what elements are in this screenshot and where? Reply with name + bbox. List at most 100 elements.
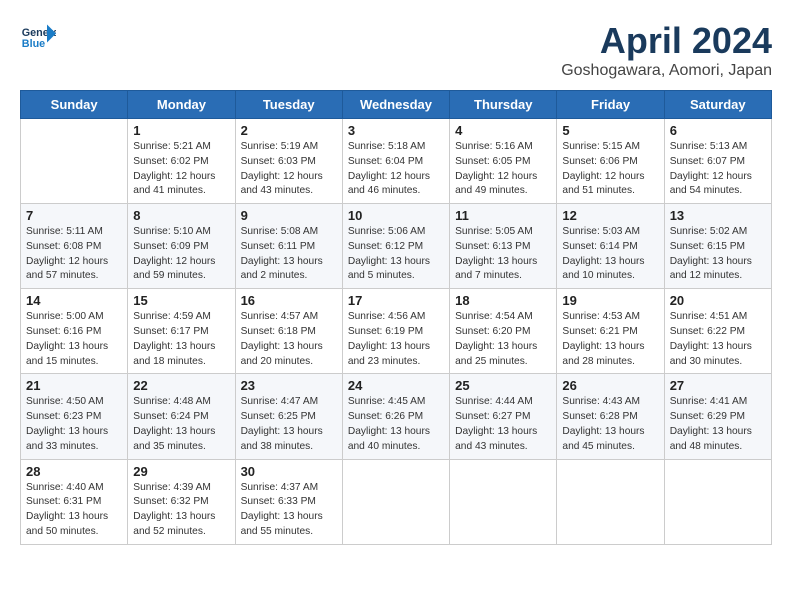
calendar-cell — [557, 459, 664, 544]
calendar-cell — [342, 459, 449, 544]
day-number: 11 — [455, 208, 551, 223]
day-info: Sunrise: 4:37 AM Sunset: 6:33 PM Dayligh… — [241, 481, 337, 540]
day-number: 23 — [241, 378, 337, 393]
calendar-cell: 8 Sunrise: 5:10 AM Sunset: 6:09 PM Daylig… — [128, 204, 235, 289]
weekday-header-saturday: Saturday — [664, 91, 771, 119]
calendar-cell: 10 Sunrise: 5:06 AM Sunset: 6:12 PM Dayli… — [342, 204, 449, 289]
weekday-header-row: SundayMondayTuesdayWednesdayThursdayFrid… — [21, 91, 772, 119]
calendar-week-4: 21Sunrise: 4:50 AM Sunset: 6:23 PM Dayli… — [21, 374, 772, 459]
calendar-cell: 14 Sunrise: 5:00 AM Sunset: 6:16 PM Dayli… — [21, 289, 128, 374]
day-info: Sunrise: 5:16 AM Sunset: 6:05 PM Dayligh… — [455, 140, 551, 199]
day-number: 14 — [26, 293, 122, 308]
day-info: Sunrise: 4:50 AM Sunset: 6:23 PM Dayligh… — [26, 395, 122, 454]
weekday-header-friday: Friday — [557, 91, 664, 119]
month-title: April 2024 — [561, 20, 772, 62]
day-number: 29 — [133, 464, 229, 479]
weekday-header-thursday: Thursday — [450, 91, 557, 119]
day-number: 8 — [133, 208, 229, 223]
day-info: Sunrise: 4:53 AM Sunset: 6:21 PM Dayligh… — [562, 310, 658, 369]
calendar-cell: 17 Sunrise: 4:56 AM Sunset: 6:19 PM Dayli… — [342, 289, 449, 374]
day-info: Sunrise: 5:08 AM Sunset: 6:11 PM Dayligh… — [241, 225, 337, 284]
logo: General Blue — [20, 20, 58, 56]
calendar-cell: 20 Sunrise: 4:51 AM Sunset: 6:22 PM Dayli… — [664, 289, 771, 374]
day-number: 5 — [562, 123, 658, 138]
day-number: 26 — [562, 378, 658, 393]
day-info: Sunrise: 4:59 AM Sunset: 6:17 PM Dayligh… — [133, 310, 229, 369]
day-info: Sunrise: 5:18 AM Sunset: 6:04 PM Dayligh… — [348, 140, 444, 199]
day-number: 1 — [133, 123, 229, 138]
day-number: 28 — [26, 464, 122, 479]
day-info: Sunrise: 4:44 AM Sunset: 6:27 PM Dayligh… — [455, 395, 551, 454]
calendar-cell — [664, 459, 771, 544]
calendar-cell: 13 Sunrise: 5:02 AM Sunset: 6:15 PM Dayli… — [664, 204, 771, 289]
day-number: 16 — [241, 293, 337, 308]
day-number: 4 — [455, 123, 551, 138]
calendar-cell: 9Sunrise: 5:08 AM Sunset: 6:11 PM Daylig… — [235, 204, 342, 289]
page-header: General Blue April 2024 Goshogawara, Aom… — [20, 20, 772, 80]
day-number: 25 — [455, 378, 551, 393]
calendar-cell: 26 Sunrise: 4:43 AM Sunset: 6:28 PM Dayli… — [557, 374, 664, 459]
calendar-cell: 16 Sunrise: 4:57 AM Sunset: 6:18 PM Dayli… — [235, 289, 342, 374]
calendar-cell: 29 Sunrise: 4:39 AM Sunset: 6:32 PM Dayli… — [128, 459, 235, 544]
day-info: Sunrise: 5:03 AM Sunset: 6:14 PM Dayligh… — [562, 225, 658, 284]
calendar-cell — [450, 459, 557, 544]
day-number: 30 — [241, 464, 337, 479]
day-number: 24 — [348, 378, 444, 393]
day-info: Sunrise: 4:43 AM Sunset: 6:28 PM Dayligh… — [562, 395, 658, 454]
day-info: Sunrise: 5:21 AM Sunset: 6:02 PM Dayligh… — [133, 140, 229, 199]
calendar-cell: 5 Sunrise: 5:15 AM Sunset: 6:06 PM Daylig… — [557, 119, 664, 204]
calendar-cell: 11 Sunrise: 5:05 AM Sunset: 6:13 PM Dayli… — [450, 204, 557, 289]
day-number: 2 — [241, 123, 337, 138]
day-info: Sunrise: 5:15 AM Sunset: 6:06 PM Dayligh… — [562, 140, 658, 199]
weekday-header-monday: Monday — [128, 91, 235, 119]
calendar-cell — [21, 119, 128, 204]
day-info: Sunrise: 5:02 AM Sunset: 6:15 PM Dayligh… — [670, 225, 766, 284]
calendar-week-3: 14 Sunrise: 5:00 AM Sunset: 6:16 PM Dayli… — [21, 289, 772, 374]
calendar-cell: 2 Sunrise: 5:19 AM Sunset: 6:03 PM Daylig… — [235, 119, 342, 204]
day-number: 17 — [348, 293, 444, 308]
calendar-cell: 24Sunrise: 4:45 AM Sunset: 6:26 PM Dayli… — [342, 374, 449, 459]
calendar-table: SundayMondayTuesdayWednesdayThursdayFrid… — [20, 90, 772, 545]
day-info: Sunrise: 4:39 AM Sunset: 6:32 PM Dayligh… — [133, 481, 229, 540]
calendar-cell: 6 Sunrise: 5:13 AM Sunset: 6:07 PM Daylig… — [664, 119, 771, 204]
calendar-cell: 19 Sunrise: 4:53 AM Sunset: 6:21 PM Dayli… — [557, 289, 664, 374]
day-info: Sunrise: 5:10 AM Sunset: 6:09 PM Dayligh… — [133, 225, 229, 284]
weekday-header-sunday: Sunday — [21, 91, 128, 119]
day-number: 3 — [348, 123, 444, 138]
day-number: 13 — [670, 208, 766, 223]
day-number: 22 — [133, 378, 229, 393]
calendar-cell: 22Sunrise: 4:48 AM Sunset: 6:24 PM Dayli… — [128, 374, 235, 459]
calendar-cell: 4 Sunrise: 5:16 AM Sunset: 6:05 PM Daylig… — [450, 119, 557, 204]
svg-text:Blue: Blue — [22, 38, 45, 50]
day-info: Sunrise: 5:06 AM Sunset: 6:12 PM Dayligh… — [348, 225, 444, 284]
location: Goshogawara, Aomori, Japan — [561, 62, 772, 80]
day-info: Sunrise: 4:40 AM Sunset: 6:31 PM Dayligh… — [26, 481, 122, 540]
day-info: Sunrise: 4:57 AM Sunset: 6:18 PM Dayligh… — [241, 310, 337, 369]
calendar-cell: 18Sunrise: 4:54 AM Sunset: 6:20 PM Dayli… — [450, 289, 557, 374]
day-info: Sunrise: 5:11 AM Sunset: 6:08 PM Dayligh… — [26, 225, 122, 284]
day-info: Sunrise: 4:41 AM Sunset: 6:29 PM Dayligh… — [670, 395, 766, 454]
day-info: Sunrise: 5:05 AM Sunset: 6:13 PM Dayligh… — [455, 225, 551, 284]
calendar-cell: 3 Sunrise: 5:18 AM Sunset: 6:04 PM Daylig… — [342, 119, 449, 204]
day-number: 6 — [670, 123, 766, 138]
day-number: 19 — [562, 293, 658, 308]
calendar-cell: 25 Sunrise: 4:44 AM Sunset: 6:27 PM Dayli… — [450, 374, 557, 459]
day-info: Sunrise: 5:00 AM Sunset: 6:16 PM Dayligh… — [26, 310, 122, 369]
day-info: Sunrise: 5:13 AM Sunset: 6:07 PM Dayligh… — [670, 140, 766, 199]
day-number: 20 — [670, 293, 766, 308]
calendar-week-2: 7Sunrise: 5:11 AM Sunset: 6:08 PM Daylig… — [21, 204, 772, 289]
day-number: 10 — [348, 208, 444, 223]
day-info: Sunrise: 5:19 AM Sunset: 6:03 PM Dayligh… — [241, 140, 337, 199]
day-info: Sunrise: 4:54 AM Sunset: 6:20 PM Dayligh… — [455, 310, 551, 369]
day-info: Sunrise: 4:51 AM Sunset: 6:22 PM Dayligh… — [670, 310, 766, 369]
calendar-cell: 28 Sunrise: 4:40 AM Sunset: 6:31 PM Dayli… — [21, 459, 128, 544]
weekday-header-tuesday: Tuesday — [235, 91, 342, 119]
calendar-cell: 21Sunrise: 4:50 AM Sunset: 6:23 PM Dayli… — [21, 374, 128, 459]
calendar-cell: 15 Sunrise: 4:59 AM Sunset: 6:17 PM Dayli… — [128, 289, 235, 374]
calendar-cell: 1 Sunrise: 5:21 AM Sunset: 6:02 PM Daylig… — [128, 119, 235, 204]
calendar-week-1: 1 Sunrise: 5:21 AM Sunset: 6:02 PM Daylig… — [21, 119, 772, 204]
day-number: 15 — [133, 293, 229, 308]
weekday-header-wednesday: Wednesday — [342, 91, 449, 119]
day-info: Sunrise: 4:56 AM Sunset: 6:19 PM Dayligh… — [348, 310, 444, 369]
calendar-week-5: 28 Sunrise: 4:40 AM Sunset: 6:31 PM Dayli… — [21, 459, 772, 544]
